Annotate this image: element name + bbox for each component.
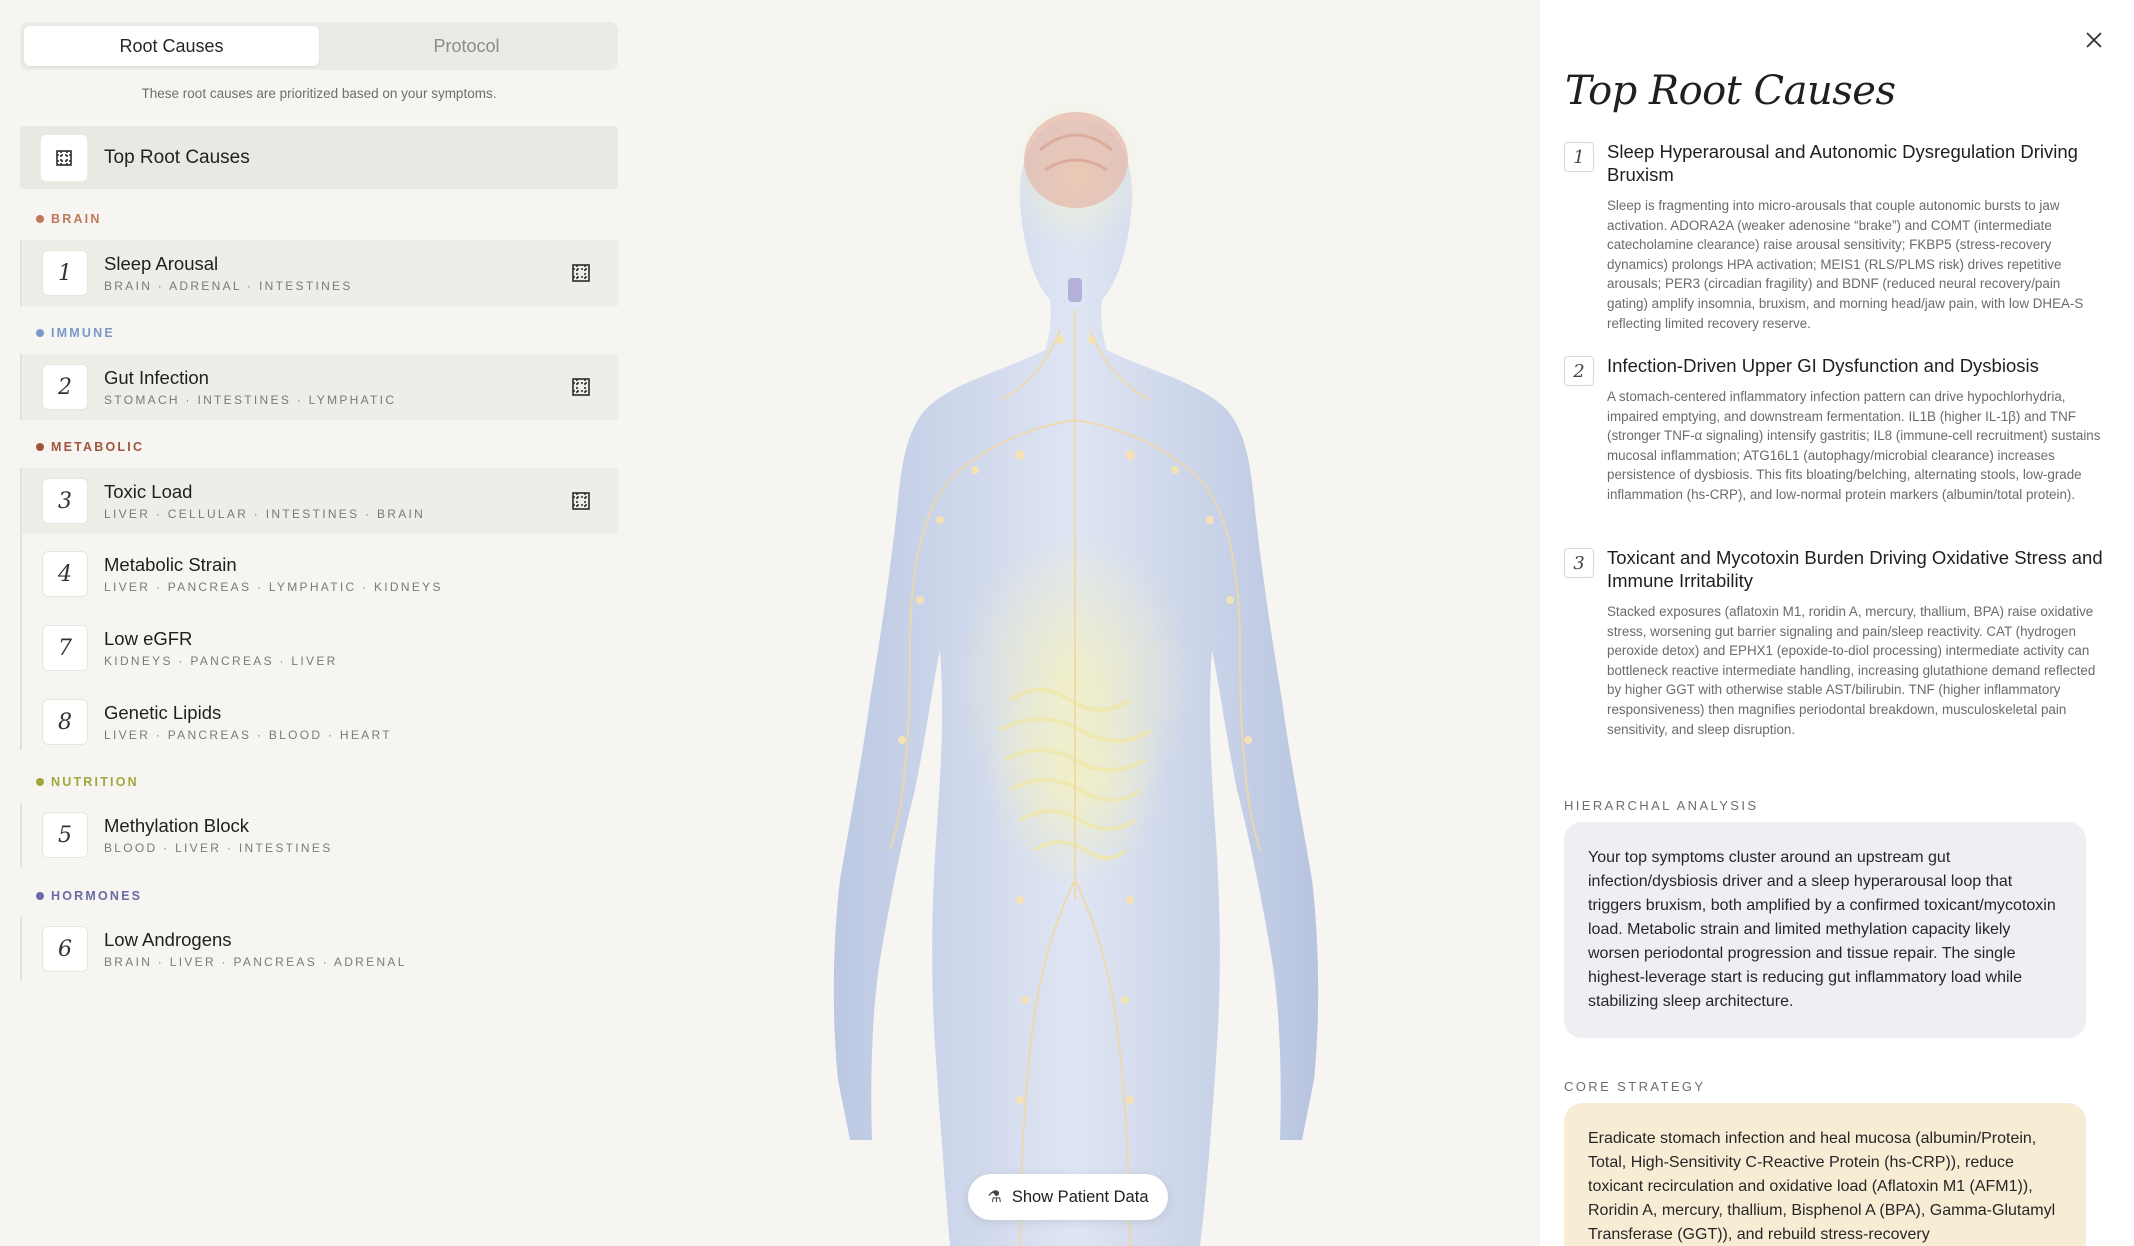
category-label: HORMONES	[51, 889, 143, 903]
cause-title: Infection-Driven Upper GI Dysfunction an…	[1607, 355, 2039, 376]
grid-icon	[53, 147, 75, 169]
hierarchal-analysis-label: HIERARCHAL ANALYSIS	[1564, 798, 1759, 813]
item-name: Metabolic Strain	[104, 554, 237, 575]
cause-description: Sleep is fragmenting into micro-arousals…	[1607, 198, 2084, 331]
top-root-causes-button[interactable]: Top Root Causes	[20, 126, 618, 189]
details-panel: Top Root Causes 1 Sleep Hyperarousal and…	[1540, 0, 2134, 1246]
rank-number: 3	[42, 478, 88, 524]
rank-number: 2	[42, 364, 88, 410]
core-strategy-label: CORE STRATEGY	[1564, 1079, 1706, 1094]
cause-description: Stacked exposures (aflatoxin M1, roridin…	[1607, 604, 2096, 737]
item-name: Low eGFR	[104, 628, 193, 649]
category-dot	[36, 443, 44, 451]
item-name: Genetic Lipids	[104, 702, 222, 723]
tab-root-causes[interactable]: Root Causes	[24, 26, 319, 66]
root-cause-item-low-androgens[interactable]: 6 Low Androgens BRAIN · LIVER · PANCREAS…	[22, 916, 618, 982]
root-cause-item-low-egfr[interactable]: 7 Low eGFR KIDNEYS · PANCREAS · LIVER	[22, 615, 618, 681]
flask-icon: ⚗	[987, 1189, 1002, 1206]
cause-card-1: 1 Sleep Hyperarousal and Autonomic Dysre…	[1564, 140, 2104, 333]
show-patient-data-button[interactable]: ⚗ Show Patient Data	[968, 1174, 1168, 1220]
item-organs: BRAIN · ADRENAL · INTESTINES	[104, 279, 353, 293]
category-brain: BRAIN	[36, 212, 102, 226]
rank-number: 1	[42, 250, 88, 296]
category-dot	[36, 329, 44, 337]
cause-card-2: 2 Infection-Driven Upper GI Dysfunction …	[1564, 354, 2104, 505]
rank-number: 8	[42, 699, 88, 745]
root-cause-item-methylation-block[interactable]: 5 Methylation Block BLOOD · LIVER · INTE…	[22, 802, 618, 868]
category-dot	[36, 892, 44, 900]
show-patient-data-label: Show Patient Data	[1011, 1187, 1149, 1206]
category-immune: IMMUNE	[36, 326, 115, 340]
item-organs: LIVER · PANCREAS · LYMPHATIC · KIDNEYS	[104, 580, 443, 594]
anatomy-figure	[833, 95, 1319, 1246]
hierarchal-analysis-card: Your top symptoms cluster around an upst…	[1564, 822, 2086, 1038]
core-strategy-card: Eradicate stomach infection and heal muc…	[1564, 1103, 2086, 1246]
item-organs: BLOOD · LIVER · INTESTINES	[104, 841, 333, 855]
item-name: Low Androgens	[104, 929, 232, 950]
panel-title: Top Root Causes	[1565, 68, 1896, 114]
item-name: Methylation Block	[104, 815, 249, 836]
category-dot	[36, 215, 44, 223]
cause-title: Toxicant and Mycotoxin Burden Driving Ox…	[1607, 547, 2103, 591]
prioritized-note: These root causes are prioritized based …	[141, 86, 497, 101]
category-dot	[36, 778, 44, 786]
root-cause-item-toxic-load[interactable]: 3 Toxic Load LIVER · CELLULAR · INTESTIN…	[22, 468, 618, 534]
close-icon[interactable]	[2080, 26, 2108, 54]
category-label: NUTRITION	[51, 775, 139, 789]
grid-icon-box	[40, 133, 88, 182]
cause-description: A stomach-centered inflammatory infectio…	[1607, 389, 2101, 502]
root-cause-item-genetic-lipids[interactable]: 8 Genetic Lipids LIVER · PANCREAS · BLOO…	[22, 689, 618, 755]
rank-number: 7	[42, 625, 88, 671]
item-name: Gut Infection	[104, 367, 209, 388]
item-name: Toxic Load	[104, 481, 193, 502]
body-visualization[interactable]: ⚗ Show Patient Data	[640, 0, 1540, 1246]
item-name: Sleep Arousal	[104, 253, 219, 274]
cause-card-3: 3 Toxicant and Mycotoxin Burden Driving …	[1564, 546, 2104, 739]
root-cause-item-metabolic-strain[interactable]: 4 Metabolic Strain LIVER · PANCREAS · LY…	[22, 541, 618, 607]
cause-title: Sleep Hyperarousal and Autonomic Dysregu…	[1607, 141, 2078, 185]
category-label: BRAIN	[51, 212, 102, 226]
category-label: METABOLIC	[51, 440, 145, 454]
root-causes-sidebar: Root Causes Protocol These root causes a…	[0, 0, 640, 1246]
cause-number: 2	[1564, 356, 1594, 386]
item-organs: LIVER · CELLULAR · INTESTINES · BRAIN	[104, 507, 426, 521]
rank-number: 4	[42, 551, 88, 597]
item-organs: BRAIN · LIVER · PANCREAS · ADRENAL	[104, 955, 407, 969]
tab-protocol[interactable]: Protocol	[319, 26, 614, 66]
category-nutrition: NUTRITION	[36, 775, 139, 789]
top-root-causes-label: Top Root Causes	[104, 146, 250, 168]
rank-number: 6	[42, 926, 88, 972]
grid-icon[interactable]	[570, 376, 592, 398]
category-metabolic: METABOLIC	[36, 440, 145, 454]
grid-icon[interactable]	[570, 262, 592, 284]
root-cause-item-gut-infection[interactable]: 2 Gut Infection STOMACH · INTESTINES · L…	[22, 354, 618, 420]
cause-number: 1	[1564, 142, 1594, 172]
grid-icon[interactable]	[570, 490, 592, 512]
view-tabs: Root Causes Protocol	[20, 22, 618, 70]
item-organs: STOMACH · INTESTINES · LYMPHATIC	[104, 393, 397, 407]
category-hormones: HORMONES	[36, 889, 143, 903]
item-organs: LIVER · PANCREAS · BLOOD · HEART	[104, 728, 392, 742]
rank-number: 5	[42, 812, 88, 858]
item-organs: KIDNEYS · PANCREAS · LIVER	[104, 654, 338, 668]
root-cause-item-sleep-arousal[interactable]: 1 Sleep Arousal BRAIN · ADRENAL · INTEST…	[22, 240, 618, 306]
category-label: IMMUNE	[51, 326, 115, 340]
cause-number: 3	[1564, 548, 1594, 578]
